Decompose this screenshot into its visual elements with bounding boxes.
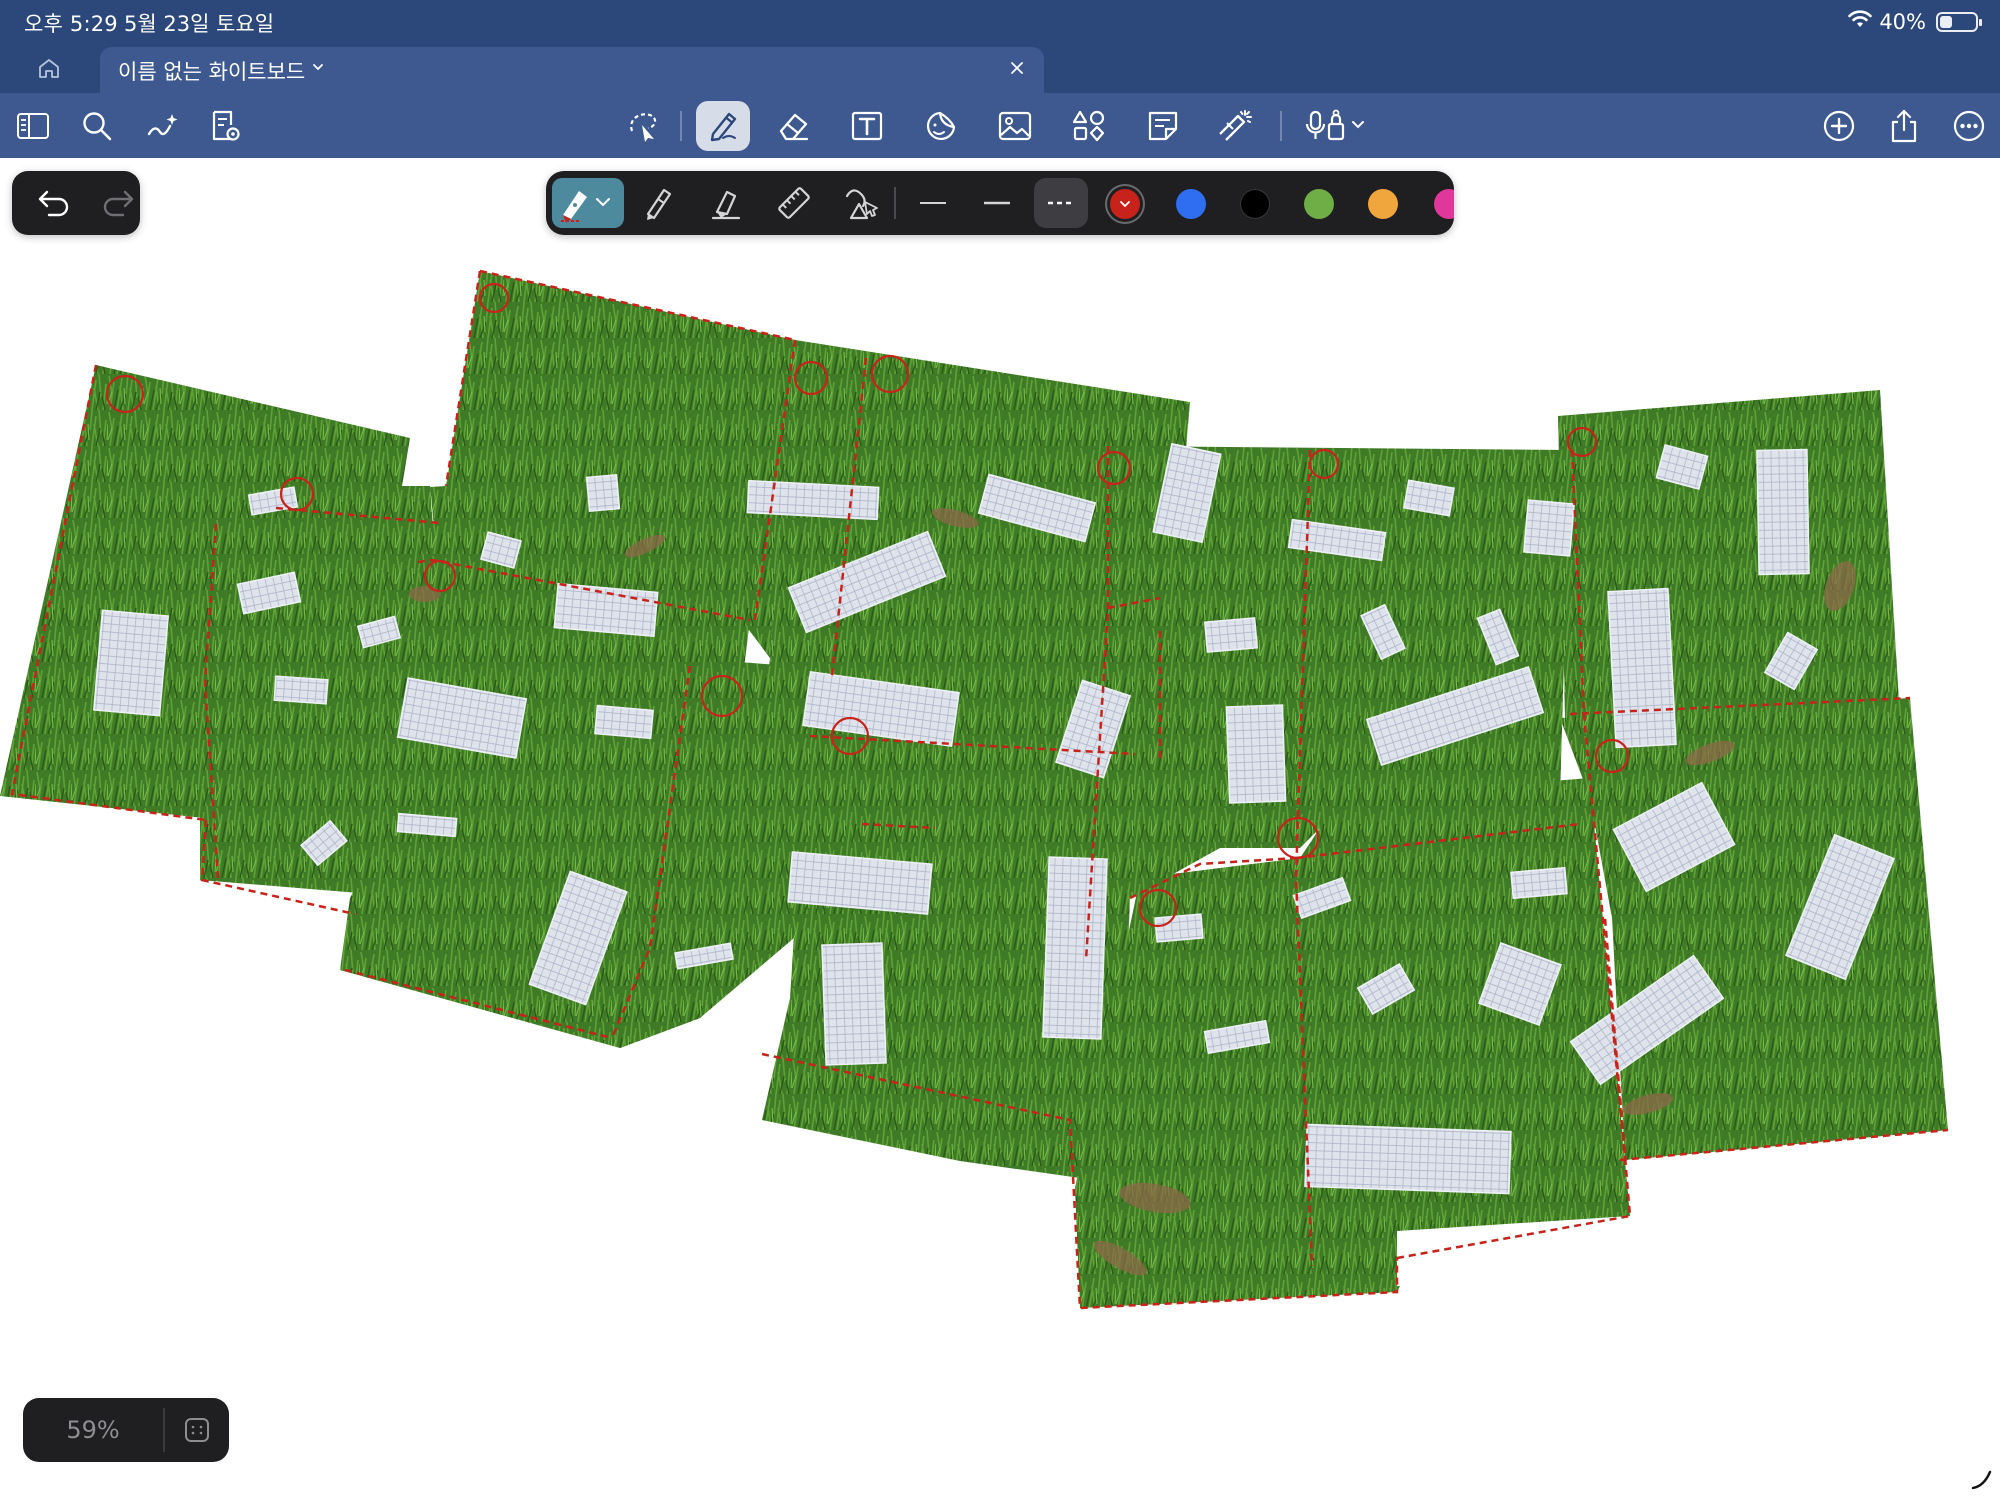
- eraser-icon: [779, 113, 809, 141]
- image-icon: [998, 111, 1032, 141]
- redo-button[interactable]: [96, 181, 140, 225]
- dashed-line-icon: [1048, 201, 1074, 205]
- pen-tool-button[interactable]: [696, 101, 750, 151]
- resize-handle-icon[interactable]: [1970, 1468, 1996, 1496]
- color-swatch-blue[interactable]: [1176, 189, 1206, 219]
- home-tab[interactable]: [0, 48, 98, 92]
- home-icon: [37, 57, 61, 83]
- add-icon: [1823, 110, 1855, 142]
- zoom-divider: [163, 1408, 165, 1452]
- chevron-down-icon: [1120, 201, 1130, 208]
- ballpoint-pen-button[interactable]: [628, 178, 688, 228]
- wifi-icon: [1847, 9, 1873, 34]
- fountain-pen-button[interactable]: [552, 178, 624, 228]
- solid-line-icon: [984, 201, 1010, 205]
- shape-recognition-button[interactable]: [832, 178, 892, 228]
- status-date: 5월 23일 토요일: [124, 12, 275, 36]
- eraser-button[interactable]: [768, 101, 818, 151]
- redo-icon: [103, 190, 134, 217]
- battery-percent: 40%: [1879, 9, 1926, 34]
- laser-pointer-icon: [1219, 110, 1252, 141]
- thin-line-icon: [920, 202, 946, 204]
- laser-pointer-button[interactable]: [1210, 101, 1260, 151]
- pen-icon: [710, 112, 737, 142]
- toolbar-divider: [1280, 111, 1282, 141]
- sticky-note-icon: [1148, 111, 1178, 141]
- color-swatch-black[interactable]: [1240, 189, 1270, 219]
- color-swatch-red[interactable]: [1110, 189, 1140, 219]
- search-button[interactable]: [72, 101, 122, 151]
- page-settings-button[interactable]: [200, 101, 250, 151]
- status-time: 오후 5:29: [24, 12, 118, 36]
- shapes-icon: [1072, 110, 1105, 142]
- sidebar-button[interactable]: [8, 101, 58, 151]
- grass-photo-collage[interactable]: [0, 158, 2000, 1499]
- more-icon: [1953, 110, 1985, 142]
- chevron-down-icon[interactable]: [310, 59, 326, 79]
- undo-button[interactable]: [32, 181, 76, 225]
- zoom-level[interactable]: 59%: [23, 1398, 163, 1462]
- main-toolbar: [0, 93, 2000, 158]
- shape-recognition-icon: [845, 189, 878, 220]
- ruler-icon: [778, 187, 810, 219]
- stroke-style-dashed[interactable]: [1034, 178, 1088, 228]
- sticker-button[interactable]: [916, 101, 966, 151]
- color-swatch-green[interactable]: [1304, 189, 1334, 219]
- toolbar-divider: [680, 111, 682, 141]
- undo-redo-panel: [12, 171, 140, 235]
- photo-tiles: [0, 271, 1948, 1308]
- text-box-button[interactable]: [842, 101, 892, 151]
- ruler-button[interactable]: [764, 178, 824, 228]
- audio-record-button[interactable]: [1300, 101, 1376, 151]
- add-page-button[interactable]: [1814, 101, 1864, 151]
- color-swatch-orange[interactable]: [1368, 189, 1398, 219]
- highlighter-button[interactable]: [696, 178, 756, 228]
- share-icon: [1891, 109, 1917, 143]
- fit-to-screen-button[interactable]: [175, 1410, 219, 1450]
- undo-icon: [38, 190, 69, 217]
- zoom-panel: 59%: [23, 1398, 229, 1462]
- battery-icon: [1936, 11, 1982, 32]
- magic-pen-icon: [147, 114, 178, 136]
- panel-divider: [894, 187, 896, 219]
- whiteboard-canvas[interactable]: [0, 158, 2000, 1499]
- microphone-icon: [1305, 109, 1364, 141]
- shapes-button[interactable]: [1064, 101, 1114, 151]
- magic-pen-button[interactable]: [138, 101, 188, 151]
- document-title[interactable]: 이름 없는 화이트보드: [118, 56, 305, 86]
- more-button[interactable]: [1944, 101, 1994, 151]
- ballpoint-pen-icon: [646, 188, 672, 220]
- document-tab[interactable]: 이름 없는 화이트보드: [100, 47, 1044, 93]
- text-box-icon: [851, 111, 883, 141]
- sticky-note-button[interactable]: [1138, 101, 1188, 151]
- stroke-style-solid[interactable]: [970, 178, 1024, 228]
- fountain-pen-icon: [561, 191, 610, 223]
- share-button[interactable]: [1879, 101, 1929, 151]
- lasso-button[interactable]: [618, 101, 668, 151]
- sticker-icon: [927, 111, 956, 140]
- page-settings-icon: [212, 110, 240, 141]
- image-button[interactable]: [990, 101, 1040, 151]
- search-icon: [83, 112, 112, 141]
- color-swatch-pink[interactable]: [1434, 189, 1454, 219]
- highlighter-icon: [711, 190, 741, 220]
- lasso-icon: [630, 113, 657, 142]
- sidebar-icon: [17, 113, 49, 139]
- close-icon[interactable]: [1008, 59, 1026, 81]
- top-chrome: 오후 5:29 5월 23일 토요일 40% 이름 없는 화이트보드: [0, 0, 2000, 158]
- pen-options-panel: [546, 171, 1454, 235]
- stroke-style-thin[interactable]: [906, 178, 960, 228]
- fit-to-screen-icon: [185, 1418, 209, 1442]
- status-right: 40%: [1847, 9, 1982, 34]
